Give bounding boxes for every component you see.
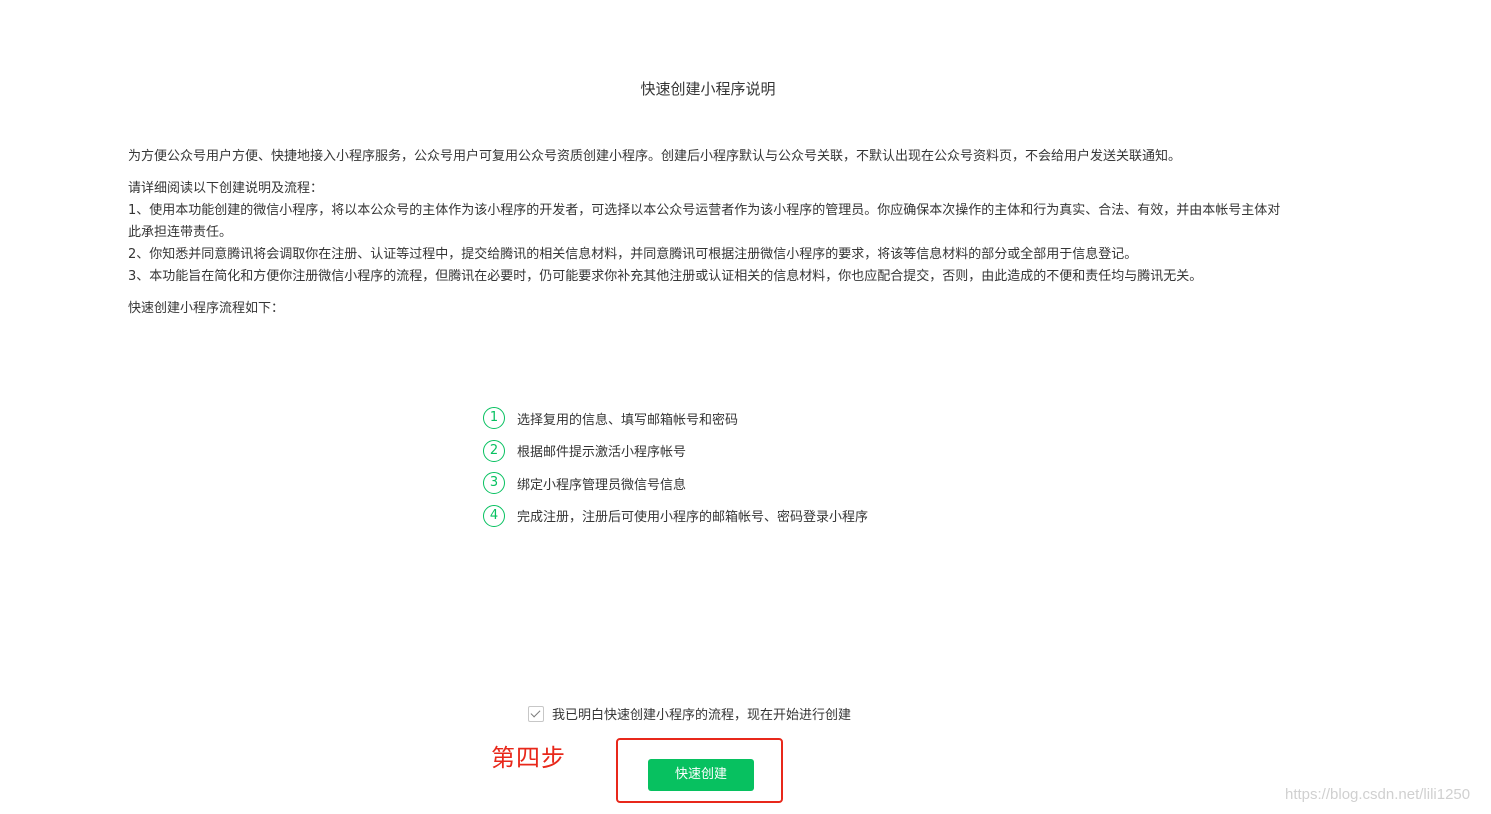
rule-item: 1、使用本功能创建的微信小程序，将以本公众号的主体作为该小程序的开发者，可选择以… (128, 203, 1281, 240)
step-number-icon: 4 (483, 504, 505, 527)
description-section: 为方便公众号用户方便、快捷地接入小程序服务，公众号用户可复用公众号资质创建小程序… (128, 146, 1293, 320)
intro-text: 为方便公众号用户方便、快捷地接入小程序服务，公众号用户可复用公众号资质创建小程序… (128, 149, 1182, 164)
step-item: 1 选择复用的信息、填写邮箱帐号和密码 (483, 402, 1003, 435)
step-item: 4 完成注册，注册后可使用小程序的邮箱帐号、密码登录小程序 (483, 500, 1003, 533)
agree-checkbox[interactable] (528, 705, 544, 722)
step-text: 选择复用的信息、填写邮箱帐号和密码 (517, 412, 739, 428)
agree-label: 我已明白快速创建小程序的流程，现在开始进行创建 (552, 708, 852, 723)
step-text: 完成注册，注册后可使用小程序的邮箱帐号、密码登录小程序 (517, 510, 869, 526)
steps-list: 1 选择复用的信息、填写邮箱帐号和密码 2 根据邮件提示激活小程序帐号 3 绑定… (483, 402, 1003, 532)
step-text: 绑定小程序管理员微信号信息 (517, 477, 687, 493)
rule-item: 3、本功能旨在简化和方便你注册微信小程序的流程，但腾讯在必要时，仍可能要求你补充… (128, 269, 1203, 284)
read-instructions-title: 请详细阅读以下创建说明及流程： (128, 181, 324, 196)
agree-checkbox-row[interactable]: 我已明白快速创建小程序的流程，现在开始进行创建 (528, 704, 851, 723)
page: 快速创建小程序说明 为方便公众号用户方便、快捷地接入小程序服务，公众号用户可复用… (0, 0, 1491, 814)
flow-title: 快速创建小程序流程如下： (128, 301, 285, 316)
step-item: 3 绑定小程序管理员微信号信息 (483, 467, 1003, 500)
step-number-icon: 3 (483, 472, 505, 495)
page-title: 快速创建小程序说明 (640, 80, 776, 98)
step-item: 2 根据邮件提示激活小程序帐号 (483, 435, 1003, 468)
quick-create-button[interactable]: 快速创建 (648, 759, 754, 791)
annotation-label: 第四步 (491, 744, 566, 772)
step-text: 根据邮件提示激活小程序帐号 (517, 445, 687, 461)
step-number-icon: 2 (483, 439, 505, 462)
rule-item: 2、你知悉并同意腾讯将会调取你在注册、认证等过程中，提交给腾讯的相关信息材料，并… (128, 247, 1138, 262)
step-number-icon: 1 (483, 407, 505, 430)
watermark: https://blog.csdn.net/lili1250 (1285, 786, 1471, 803)
